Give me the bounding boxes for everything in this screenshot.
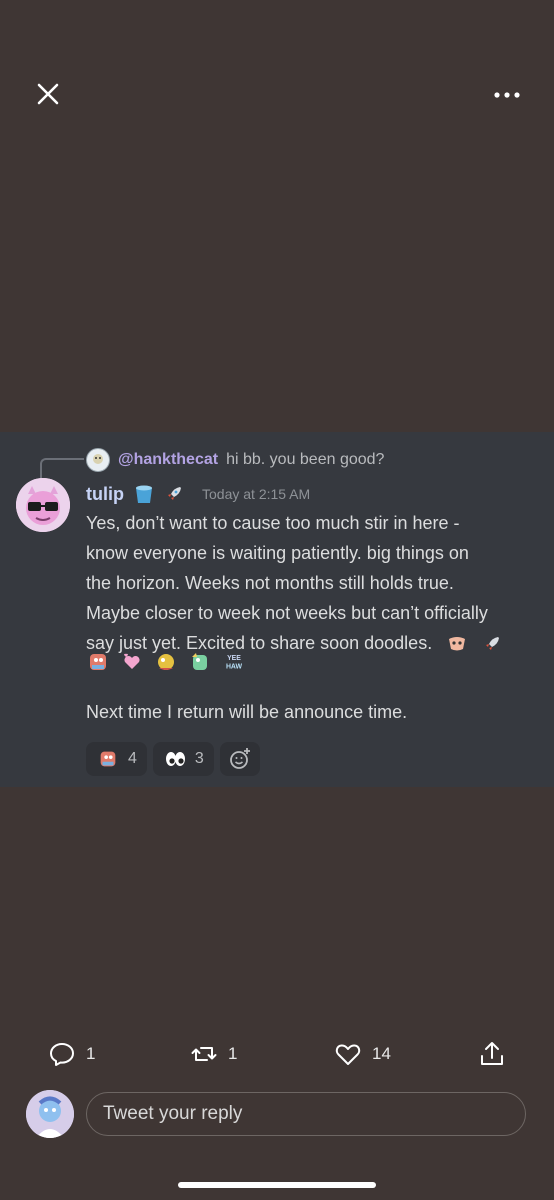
author-row: tulip Today at 2:15 AM [86, 480, 310, 508]
message-line: Maybe closer to week not weeks but can’t… [86, 603, 488, 623]
doodle-character-emoji [96, 747, 120, 771]
message-footer: Next time I return will be announce time… [86, 702, 408, 722]
message-line: the horizon. Weeks not months still hold… [86, 573, 454, 593]
like-count: 14 [372, 1044, 391, 1063]
pink-mask-emoji [445, 632, 469, 656]
home-indicator [178, 1182, 376, 1188]
eyes-emoji [163, 747, 187, 771]
svg-text:HAW: HAW [226, 663, 243, 670]
message-line: know everyone is waiting patiently. big … [86, 543, 469, 563]
message-timestamp: Today at 2:15 AM [202, 486, 311, 502]
more-horizontal-icon [494, 92, 520, 98]
more-options-button[interactable] [490, 80, 524, 110]
add-reaction-icon [229, 748, 250, 769]
discord-message-image[interactable]: @hankthecat hi bb. you been good? tulip … [0, 432, 554, 787]
reply-input[interactable] [86, 1092, 526, 1136]
rocket-emoji [480, 632, 504, 656]
share-icon [481, 1042, 503, 1065]
author-name[interactable]: tulip [86, 484, 124, 505]
tweet-actions: 1 1 14 [0, 1032, 554, 1076]
message-line: Yes, don’t want to cause too much stir i… [86, 513, 460, 533]
like-button[interactable]: 14 [334, 1032, 391, 1076]
close-button[interactable] [30, 76, 66, 112]
svg-text:YEE: YEE [227, 655, 241, 662]
share-button[interactable] [478, 1032, 506, 1076]
doodle-dino-emoji [188, 650, 212, 674]
reaction-count: 3 [194, 750, 204, 767]
retweet-count: 1 [228, 1044, 238, 1063]
retweet-button[interactable]: 1 [190, 1032, 237, 1076]
add-reaction-button[interactable] [219, 742, 260, 776]
reply-bar [0, 1088, 554, 1144]
doodle-bird-emoji [154, 650, 178, 674]
top-bar [0, 0, 554, 130]
user-avatar[interactable] [26, 1090, 74, 1138]
hankthecat-avatar [86, 448, 110, 472]
close-icon [37, 83, 59, 105]
doodle-character-emoji [86, 650, 110, 674]
bucket-icon [132, 482, 156, 506]
reply-button[interactable]: 1 [48, 1032, 95, 1076]
heart-icon [335, 1044, 361, 1065]
message-body: Yes, don’t want to cause too much stir i… [86, 508, 546, 658]
tulip-avatar [16, 478, 70, 532]
comment-icon [50, 1043, 74, 1066]
reply-count: 1 [86, 1044, 96, 1063]
rocket-icon [162, 482, 186, 506]
reaction-count: 4 [128, 750, 137, 767]
reaction-doodle[interactable]: 4 [86, 742, 147, 776]
hearts-emoji [120, 650, 144, 674]
reply-username: @hankthecat [118, 451, 219, 468]
emoji-row: YEE HAW [86, 650, 246, 674]
reply-text: hi bb. you been good? [226, 451, 385, 468]
reactions-bar: 4 3 [86, 742, 260, 776]
reply-reference: @hankthecat hi bb. you been good? [86, 447, 384, 473]
reaction-eyes[interactable]: 3 [152, 742, 214, 776]
retweet-icon [191, 1047, 217, 1061]
yee-haw-emoji: YEE HAW [222, 650, 246, 674]
